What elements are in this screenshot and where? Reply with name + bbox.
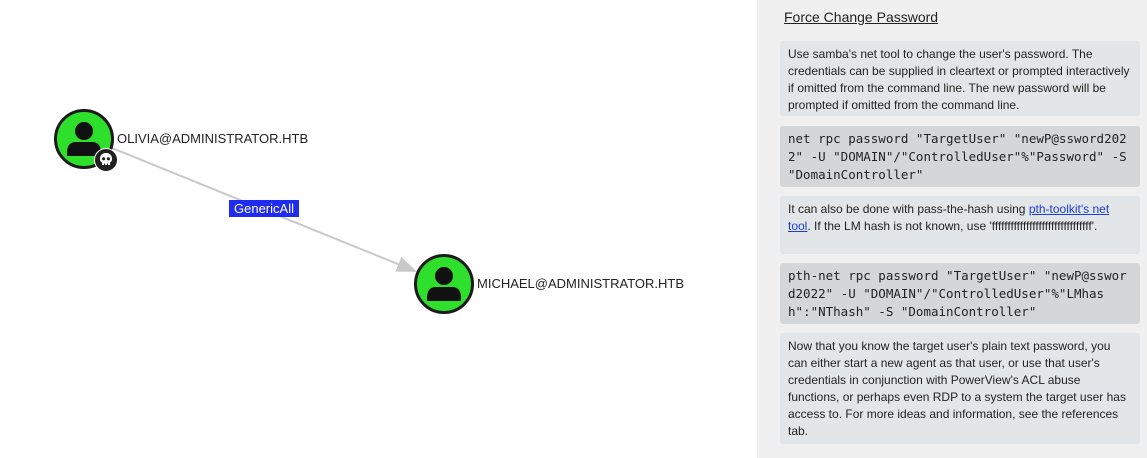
user-icon (427, 267, 461, 301)
code-block-pth[interactable]: pth-net rpc password "TargetUser" "newP@… (780, 263, 1140, 324)
edge-layer (111, 147, 417, 272)
app-root: GenericAll OLIVIA@ADMINISTRATOR.HTB MICH… (0, 0, 1147, 458)
followup-text: Now that you know the target user's plai… (788, 339, 1126, 438)
pth-text-suffix: . If the LM hash is not known, use 'ffff… (807, 219, 1098, 233)
pth-text-prefix: It can also be done with pass-the-hash u… (788, 202, 1029, 216)
code-block[interactable]: net rpc password "TargetUser" "newP@sswo… (780, 126, 1140, 187)
edge-label-genericall[interactable]: GenericAll (229, 200, 299, 217)
description-text: Use samba's net tool to change the user'… (788, 47, 1130, 112)
pth-description-box: It can also be done with pass-the-hash u… (780, 196, 1140, 254)
panel-title[interactable]: Force Change Password (784, 9, 938, 25)
node-label: OLIVIA@ADMINISTRATOR.HTB (117, 131, 309, 146)
help-panel: Force Change Password Use samba's net to… (757, 0, 1147, 458)
skull-icon (94, 148, 118, 172)
graph-canvas[interactable]: GenericAll OLIVIA@ADMINISTRATOR.HTB MICH… (0, 0, 757, 458)
node-circle[interactable] (414, 254, 474, 314)
node-label: MICHAEL@ADMINISTRATOR.HTB (477, 276, 685, 291)
description-box: Use samba's net tool to change the user'… (780, 41, 1140, 116)
code-text[interactable]: net rpc password "TargetUser" "newP@sswo… (788, 131, 1127, 182)
followup-box: Now that you know the target user's plai… (780, 333, 1140, 444)
code-text[interactable]: pth-net rpc password "TargetUser" "newP@… (788, 268, 1127, 319)
